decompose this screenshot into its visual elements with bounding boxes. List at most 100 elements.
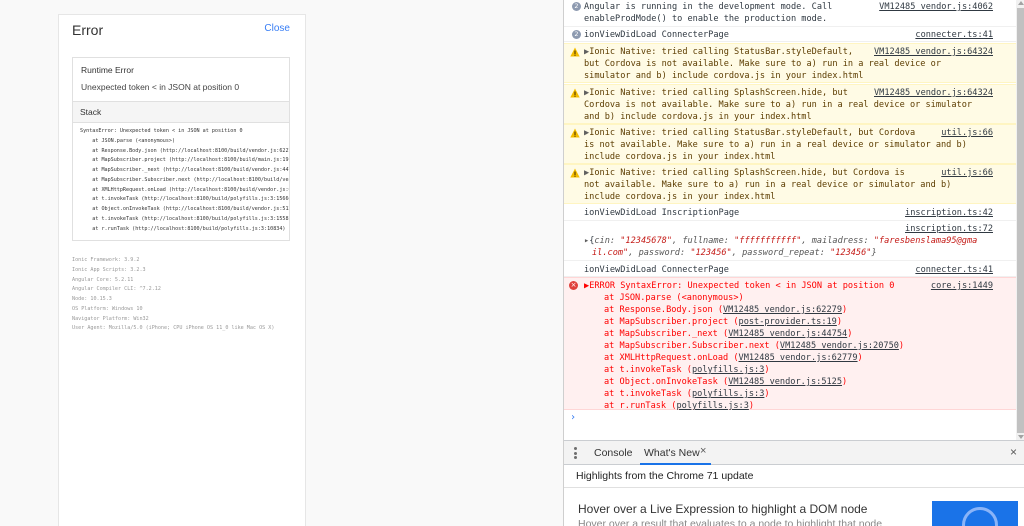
error-frame: at XMLHttpRequest.onLoad (VM12485 vendor… — [604, 353, 863, 363]
three-dot-menu-icon[interactable] — [574, 447, 577, 459]
source-link[interactable]: connecter.ts:41 — [915, 264, 993, 276]
console-prompt[interactable]: › — [570, 412, 576, 423]
message-text: ionViewDidLoad ConnecterPage — [584, 265, 729, 275]
error-frame: at MapSubscriber.project (post-provider.… — [604, 317, 843, 327]
console-scrollbar[interactable] — [1016, 0, 1024, 440]
devtools-panel: 2 Angular is running in the development … — [563, 0, 1024, 526]
stack-line: at MapSubscriber._next (http://localhost… — [80, 167, 289, 173]
stack-line: at Response.Body.json (http://localhost:… — [80, 147, 289, 154]
error-modal: Error Close Runtime Error Unexpected tok… — [58, 14, 306, 526]
console-warning: ▶Ionic Native: tried calling StatusBar.s… — [564, 43, 1024, 83]
console-output: 2 Angular is running in the development … — [564, 0, 1024, 440]
stack-line: at t.invokeTask (http://localhost:8100/b… — [80, 215, 289, 222]
error-circle-icon: × — [569, 281, 578, 290]
frame-link[interactable]: polyfills.js:3 — [676, 401, 748, 411]
console-message: ionViewDidLoad ConnecterPage connecter.t… — [564, 262, 1024, 277]
message-text: and b) include cordova.js in your index.… — [584, 112, 812, 122]
error-frame: at t.invokeTask (polyfills.js:3) — [604, 389, 770, 399]
env-line: OS Platform: Windows 10 — [72, 305, 143, 312]
frame-link[interactable]: VM12485 vendor.js:44754 — [728, 329, 847, 339]
console-message: ionViewDidLoad InscriptionPage inscripti… — [564, 205, 1024, 221]
message-text: include cordova.js in your index.html — [584, 152, 776, 162]
message-text: Ionic Native: tried calling SplashScreen… — [589, 168, 905, 178]
frame-link[interactable]: VM12485 vendor.js:62779 — [739, 353, 858, 363]
stack-header: Stack — [72, 101, 290, 123]
message-text: not available. Make sure to a) run in a … — [584, 180, 952, 190]
env-line: Angular Compiler CLI: ^7.2.12 — [72, 286, 161, 293]
stack-trace: SyntaxError: Unexpected token < in JSON … — [72, 123, 290, 241]
error-frame: at r.runTask (polyfills.js:3) — [604, 401, 755, 411]
stack-line: at MapSubscriber.Subscriber.next (http:/… — [92, 176, 289, 183]
message-text: Ionic Native: tried calling StatusBar.st… — [589, 128, 916, 138]
message-text: Cordova is not available. Make sure to a… — [584, 100, 973, 110]
close-drawer-icon[interactable]: × — [1010, 445, 1017, 459]
runtime-error-title: Runtime Error — [81, 65, 134, 75]
warning-triangle-icon — [570, 88, 580, 98]
repeat-count-badge: 2 — [572, 2, 581, 11]
modal-header: Error Close — [59, 15, 305, 45]
source-link[interactable]: inscription.ts:42 — [905, 207, 993, 219]
error-frame: at JSON.parse (<anonymous>) — [604, 293, 744, 303]
stack-line: at t.invokeTask (http://localhost:8100/b… — [80, 196, 289, 203]
devtools-drawer: Console What's New × × Highlights from t… — [564, 440, 1024, 526]
console-message: 2 ionViewDidLoad ConnecterPage connecter… — [564, 27, 1024, 42]
source-link[interactable]: util.js:66 — [941, 127, 993, 139]
error-frame: at Object.onInvokeTask (VM12485 vendor.j… — [604, 377, 848, 387]
message-text: simulator and b) include cordova.js in y… — [584, 71, 864, 81]
env-line: Angular Core: 5.2.11 — [72, 276, 134, 283]
stack-line: at Object.onInvokeTask (http://localhost… — [80, 206, 289, 212]
env-line: Ionic Framework: 3.9.2 — [72, 257, 140, 263]
stack-line: at MapSubscriber.project (http://localho… — [80, 157, 289, 164]
message-text: Ionic Native: tried calling SplashScreen… — [589, 88, 848, 98]
source-link[interactable]: VM12485 vendor.js:64324 — [874, 46, 993, 58]
warning-triangle-icon — [570, 168, 580, 178]
stack-line: at r.runTask (http://localhost:8100/buil… — [80, 225, 286, 232]
feature-thumbnail[interactable] — [932, 501, 1018, 526]
source-link[interactable]: inscription.ts:72 — [905, 223, 993, 235]
source-link[interactable]: VM12485 vendor.js:64324 — [874, 87, 993, 99]
scroll-up-icon[interactable] — [1018, 1, 1024, 5]
frame-link[interactable]: VM12485 vendor.js:62279 — [723, 305, 842, 315]
message-text: ionViewDidLoad ConnecterPage — [584, 30, 729, 40]
source-link[interactable]: connecter.ts:41 — [915, 29, 993, 41]
source-link[interactable]: util.js:66 — [941, 167, 993, 179]
source-link[interactable]: VM12485 vendor.js:4062 — [879, 1, 993, 13]
message-text: ionViewDidLoad InscriptionPage — [584, 208, 740, 218]
stack-line: at JSON.parse (<anonymous>) — [80, 137, 176, 144]
feature-subtitle: Hover over a result that evaluates to a … — [578, 518, 883, 526]
error-frame: at MapSubscriber._next (VM12485 vendor.j… — [604, 329, 853, 339]
stack-line: SyntaxError: Unexpected token < in JSON … — [80, 128, 243, 134]
console-message: 2 Angular is running in the development … — [564, 0, 1024, 27]
runtime-error-box: Runtime Error Unexpected token < in JSON… — [72, 57, 290, 101]
runtime-error-message: Unexpected token < in JSON at position 0 — [81, 82, 240, 92]
console-error: × ▶ERROR SyntaxError: Unexpected token <… — [564, 277, 1024, 411]
message-text: Angular is running in the development mo… — [584, 2, 833, 12]
env-line: Ionic App Scripts: 3.2.3 — [72, 266, 146, 273]
message-text: but Cordova is not available. Make sure … — [584, 59, 941, 69]
message-text: include cordova.js in your index.html — [584, 192, 776, 202]
scrollbar-thumb[interactable] — [1017, 8, 1024, 433]
warning-triangle-icon — [570, 47, 580, 57]
warning-triangle-icon — [570, 128, 580, 138]
stack-line: at XMLHttpRequest.onLoad (http://localho… — [92, 186, 289, 193]
frame-link[interactable]: polyfills.js:3 — [692, 365, 764, 375]
message-text: Ionic Native: tried calling StatusBar.st… — [589, 47, 854, 57]
active-tab-indicator — [640, 463, 711, 465]
repeat-count-badge: 2 — [572, 30, 581, 39]
modal-title: Error — [72, 22, 104, 38]
frame-link[interactable]: VM12485 vendor.js:5125 — [728, 377, 842, 387]
close-tab-icon[interactable]: × — [700, 445, 706, 457]
frame-link[interactable]: post-provider.ts:19 — [739, 317, 837, 327]
frame-link[interactable]: polyfills.js:3 — [692, 389, 764, 399]
tab-console[interactable]: Console — [594, 447, 633, 459]
scroll-down-icon[interactable] — [1018, 435, 1024, 439]
error-header: ERROR SyntaxError: Unexpected token < in… — [589, 281, 895, 291]
source-link[interactable]: core.js:1449 — [931, 280, 993, 292]
env-line: Node: 10.15.3 — [72, 296, 112, 302]
frame-link[interactable]: VM12485 vendor.js:20750 — [780, 341, 899, 351]
feature-title[interactable]: Hover over a Live Expression to highligh… — [578, 502, 867, 516]
error-frame: at t.invokeTask (polyfills.js:3) — [604, 365, 770, 375]
console-object-log: inscription.ts:72 ▸{cin: "12345678", ful… — [564, 221, 1024, 261]
tab-whats-new[interactable]: What's New — [644, 447, 700, 459]
close-button[interactable]: Close — [264, 23, 290, 34]
